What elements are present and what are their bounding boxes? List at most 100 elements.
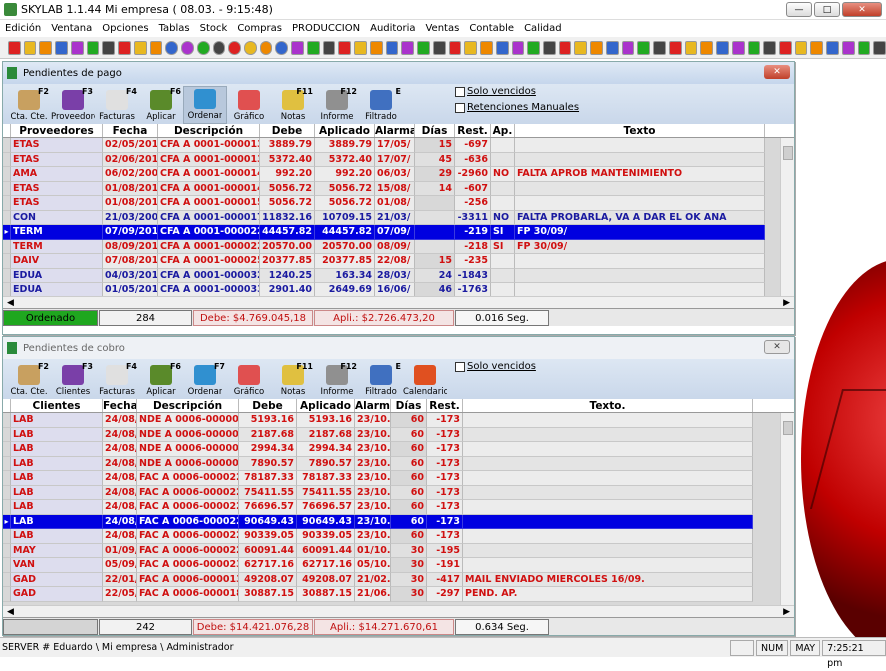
table-row[interactable]: CON21/03/2007CFA A 0001-0000176711832.16…: [3, 210, 794, 225]
toolbar-tool-17-icon[interactable]: [259, 40, 273, 55]
table-row[interactable]: LAB24/08/NDE A 0006-000000335193.165193.…: [3, 413, 794, 428]
menu-ventana[interactable]: Ventana: [46, 23, 97, 34]
cobro-btn-calendario[interactable]: Calendario: [403, 361, 447, 399]
toolbar-tool-46-icon[interactable]: [716, 40, 729, 55]
minimize-button[interactable]: —: [786, 2, 812, 17]
menu-compras[interactable]: Compras: [232, 23, 287, 34]
table-row[interactable]: ETAS01/08/2014CFA A 0001-000014315056.72…: [3, 181, 794, 196]
pago-btn-filtrado[interactable]: E Filtrado: [359, 86, 403, 124]
toolbar-tool-8-icon[interactable]: [118, 40, 131, 55]
toolbar-tool-18-icon[interactable]: [275, 40, 289, 55]
table-row[interactable]: EDUA04/03/2011CFA A 0001-000032701240.25…: [3, 268, 794, 283]
toolbar-tool-47-icon[interactable]: [731, 40, 745, 55]
pago-col-texto[interactable]: Texto: [515, 124, 765, 137]
menu-ventas[interactable]: Ventas: [420, 23, 464, 34]
pago-btn-aplicar[interactable]: F6 Aplicar: [139, 86, 183, 124]
toolbar-tool-31-icon[interactable]: [480, 40, 493, 55]
pago-retenciones-checkbox[interactable]: Retenciones Manuales: [455, 102, 579, 113]
toolbar-tool-12-icon[interactable]: [181, 40, 194, 55]
cobro-grid[interactable]: Clientes Fecha Descripción Debe Aplicado Alar…: [3, 399, 794, 605]
toolbar-tool-56-icon[interactable]: [873, 40, 886, 55]
table-row[interactable]: LAB24/08/FAC A 0006-0000220775411.557541…: [3, 485, 794, 500]
cobro-col-debe[interactable]: Debe: [239, 399, 297, 412]
toolbar-tool-9-icon[interactable]: [133, 40, 147, 55]
toolbar-tool-7-icon[interactable]: [102, 40, 116, 55]
pago-vertical-scrollbar[interactable]: [780, 138, 794, 296]
menu-stock[interactable]: Stock: [195, 23, 233, 34]
pago-btn-ordenar[interactable]: Ordenar: [183, 86, 227, 124]
pago-btn-ctacte[interactable]: F2 Cta. Cte.: [7, 86, 51, 124]
toolbar-tool-28-icon[interactable]: [432, 40, 446, 55]
toolbar-tool-30-icon[interactable]: [464, 40, 478, 55]
toolbar-tool-6-icon[interactable]: [86, 40, 100, 55]
pago-btn-gráfico[interactable]: Gráfico: [227, 86, 271, 124]
maximize-button[interactable]: □: [814, 2, 840, 17]
cobro-col-fecha[interactable]: Fecha: [103, 399, 137, 412]
menu-calidad[interactable]: Calidad: [519, 23, 567, 34]
pago-btn-facturas[interactable]: F4 Facturas: [95, 86, 139, 124]
pago-solo-vencidos-checkbox[interactable]: Solo vencidos: [455, 86, 536, 97]
cobro-col-alarma[interactable]: Alarma: [355, 399, 391, 412]
pago-close-button[interactable]: ✕: [764, 65, 790, 79]
toolbar-tool-1-icon[interactable]: [8, 40, 21, 55]
toolbar-tool-55-icon[interactable]: [857, 40, 871, 55]
toolbar-tool-45-icon[interactable]: [700, 40, 714, 55]
toolbar-tool-11-icon[interactable]: [165, 40, 179, 55]
toolbar-tool-52-icon[interactable]: [810, 40, 824, 55]
table-row[interactable]: VAN05/09/FAC A 0006-0000230362717.166271…: [3, 558, 794, 573]
cobro-btn-ordenar[interactable]: F7 Ordenar: [183, 361, 227, 399]
toolbar-tool-53-icon[interactable]: [826, 40, 839, 55]
toolbar-tool-41-icon[interactable]: [637, 40, 651, 55]
toolbar-tool-5-icon[interactable]: [70, 40, 84, 55]
cobro-close-button[interactable]: ✕: [764, 340, 790, 354]
cobro-col-días[interactable]: Días: [391, 399, 427, 412]
table-row[interactable]: GAD22/01/FAC A 0006-0000130149208.074920…: [3, 572, 794, 587]
pago-horizontal-scrollbar[interactable]: ◀ ▶: [3, 296, 794, 308]
toolbar-tool-21-icon[interactable]: [322, 40, 336, 55]
cobro-btn-facturas[interactable]: F4 Facturas: [95, 361, 139, 399]
menu-edicin[interactable]: Edición: [0, 23, 46, 34]
table-row[interactable]: LAB24/08/NDE A 0006-000000367890.577890.…: [3, 456, 794, 471]
cobro-scroll-thumb[interactable]: [783, 421, 793, 435]
table-row[interactable]: ▸TERM07/09/2015CFA A 0001-0000229044457.…: [3, 225, 794, 240]
toolbar-tool-25-icon[interactable]: [385, 40, 399, 55]
toolbar-tool-49-icon[interactable]: [763, 40, 776, 55]
cobro-col-rest[interactable]: Rest.: [427, 399, 463, 412]
table-row[interactable]: LAB24/08/NDE A 0006-000000342187.682187.…: [3, 427, 794, 442]
table-row[interactable]: LAB24/08/FAC A 0006-0000220678187.337818…: [3, 471, 794, 486]
table-row[interactable]: ETAS02/05/2014CFA A 0001-000013673889.79…: [3, 138, 794, 153]
cobro-col-texto[interactable]: Texto.: [463, 399, 753, 412]
toolbar-tool-43-icon[interactable]: [668, 40, 682, 55]
cobro-btn-filtrado[interactable]: E Filtrado: [359, 361, 403, 399]
toolbar-tool-32-icon[interactable]: [495, 40, 509, 55]
table-row[interactable]: ETAS01/08/2015CFA A 0001-000015825056.72…: [3, 196, 794, 211]
toolbar-tool-15-icon[interactable]: [228, 40, 242, 55]
table-row[interactable]: GAD22/05/FAC A 0006-0000180830887.153088…: [3, 587, 794, 602]
close-button[interactable]: ✕: [842, 2, 882, 17]
toolbar-tool-36-icon[interactable]: [558, 40, 572, 55]
toolbar-tool-42-icon[interactable]: [653, 40, 666, 55]
pago-col-alarma[interactable]: Alarma: [375, 124, 415, 137]
toolbar-tool-20-icon[interactable]: [306, 40, 320, 55]
table-row[interactable]: MAY01/09/FAC A 0006-0000226660091.446009…: [3, 543, 794, 558]
table-row[interactable]: EDUA01/05/2011CFA A 0001-000033192901.40…: [3, 283, 794, 296]
toolbar-tool-13-icon[interactable]: [196, 40, 210, 55]
cobro-horizontal-scrollbar[interactable]: ◀ ▶: [3, 605, 794, 617]
menu-produccion[interactable]: PRODUCCION: [287, 23, 365, 34]
table-row[interactable]: AMA06/02/2008CFA A 0001-00001420992.2099…: [3, 167, 794, 182]
cobro-btn-gráfico[interactable]: Gráfico: [227, 361, 271, 399]
toolbar-tool-23-icon[interactable]: [354, 40, 367, 55]
table-row[interactable]: DAIV07/08/2015CFA A 0001-0000251120377.8…: [3, 254, 794, 269]
menu-contable[interactable]: Contable: [464, 23, 519, 34]
table-row[interactable]: LAB24/08/FAC A 0006-0000221090339.059033…: [3, 529, 794, 544]
toolbar-tool-2-icon[interactable]: [23, 40, 37, 55]
cobro-col-descripción[interactable]: Descripción: [137, 399, 239, 412]
toolbar-tool-34-icon[interactable]: [527, 40, 540, 55]
toolbar-tool-4-icon[interactable]: [55, 40, 68, 55]
toolbar-tool-50-icon[interactable]: [778, 40, 792, 55]
cobro-col-aplicado[interactable]: Aplicado: [297, 399, 355, 412]
pago-grid[interactable]: Proveedores Fecha Descripción Debe Aplicado A…: [3, 124, 794, 296]
toolbar-tool-38-icon[interactable]: [590, 40, 603, 55]
menu-tablas[interactable]: Tablas: [154, 23, 195, 34]
toolbar-tool-33-icon[interactable]: [511, 40, 525, 55]
